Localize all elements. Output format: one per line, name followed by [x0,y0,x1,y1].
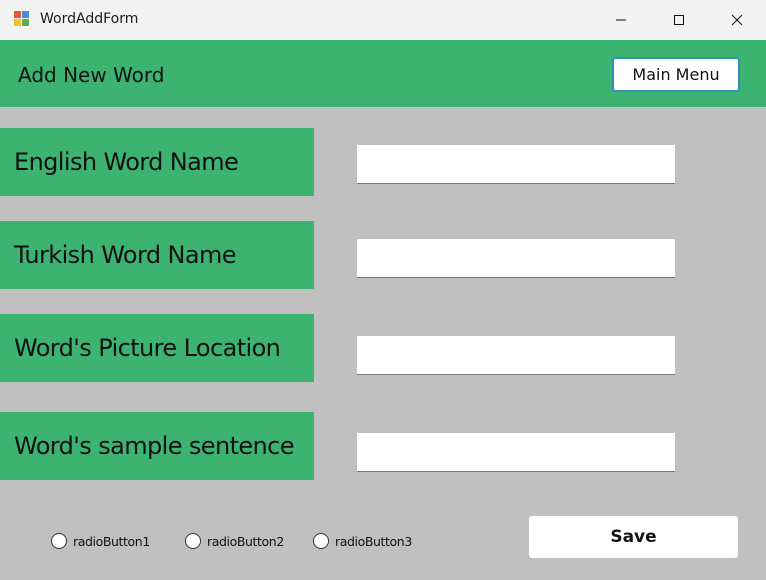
radio-button-3[interactable]: radioButton3 [313,532,412,550]
radio-button-1[interactable]: radioButton1 [51,532,150,550]
radio-circle[interactable] [51,533,67,549]
radio-circle[interactable] [313,533,329,549]
sample-sentence-label: Word's sample sentence [0,412,314,480]
radio-button-2[interactable]: radioButton2 [185,532,284,550]
turkish-word-name-input[interactable] [357,239,675,278]
main-menu-button[interactable]: Main Menu [612,57,740,92]
window-title: WordAddForm [40,11,139,27]
maximize-button[interactable] [656,0,702,40]
minimize-button[interactable] [598,0,644,40]
page-title: Add New Word [18,63,165,87]
radio-label: radioButton2 [207,533,284,549]
picture-location-input[interactable] [357,336,675,375]
save-button[interactable]: Save [529,516,738,558]
maximize-icon [674,15,684,25]
radio-label: radioButton3 [335,533,412,549]
picture-location-label: Word's Picture Location [0,314,314,382]
form-header: Add New Word Main Menu [0,40,766,107]
close-icon [731,14,743,26]
app-icon [14,11,30,27]
english-word-name-input[interactable] [357,145,675,184]
sample-sentence-input[interactable] [357,433,675,472]
english-word-name-label: English Word Name [0,128,314,196]
radio-circle[interactable] [185,533,201,549]
minimize-icon [616,19,626,21]
title-bar: WordAddForm [0,0,766,40]
close-button[interactable] [714,0,760,40]
radio-label: radioButton1 [73,533,150,549]
turkish-word-name-label: Turkish Word Name [0,221,314,289]
